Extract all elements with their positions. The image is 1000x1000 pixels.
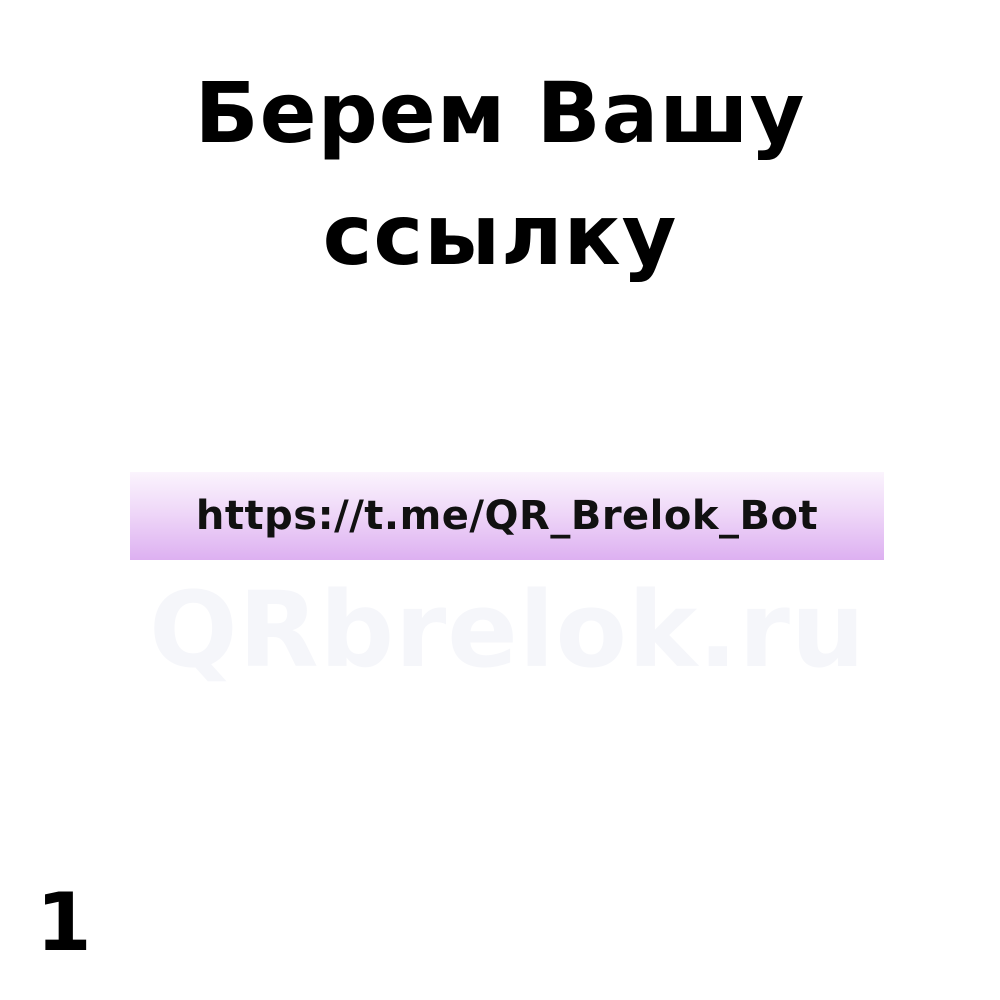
watermark: QRbrelok.ru — [149, 569, 866, 691]
headline-line-1: Берем Вашу — [194, 64, 806, 162]
headline: Берем Вашу ссылку — [0, 52, 1000, 296]
link-highlight-bar: https://t.me/QR_Brelok_Bot — [130, 472, 884, 560]
bot-link-text: https://t.me/QR_Brelok_Bot — [195, 493, 819, 539]
headline-line-2: ссылку — [322, 186, 678, 284]
step-number: 1 — [36, 876, 92, 969]
slide: Берем Вашу ссылку https://t.me/QR_Brelok… — [0, 0, 1000, 1000]
